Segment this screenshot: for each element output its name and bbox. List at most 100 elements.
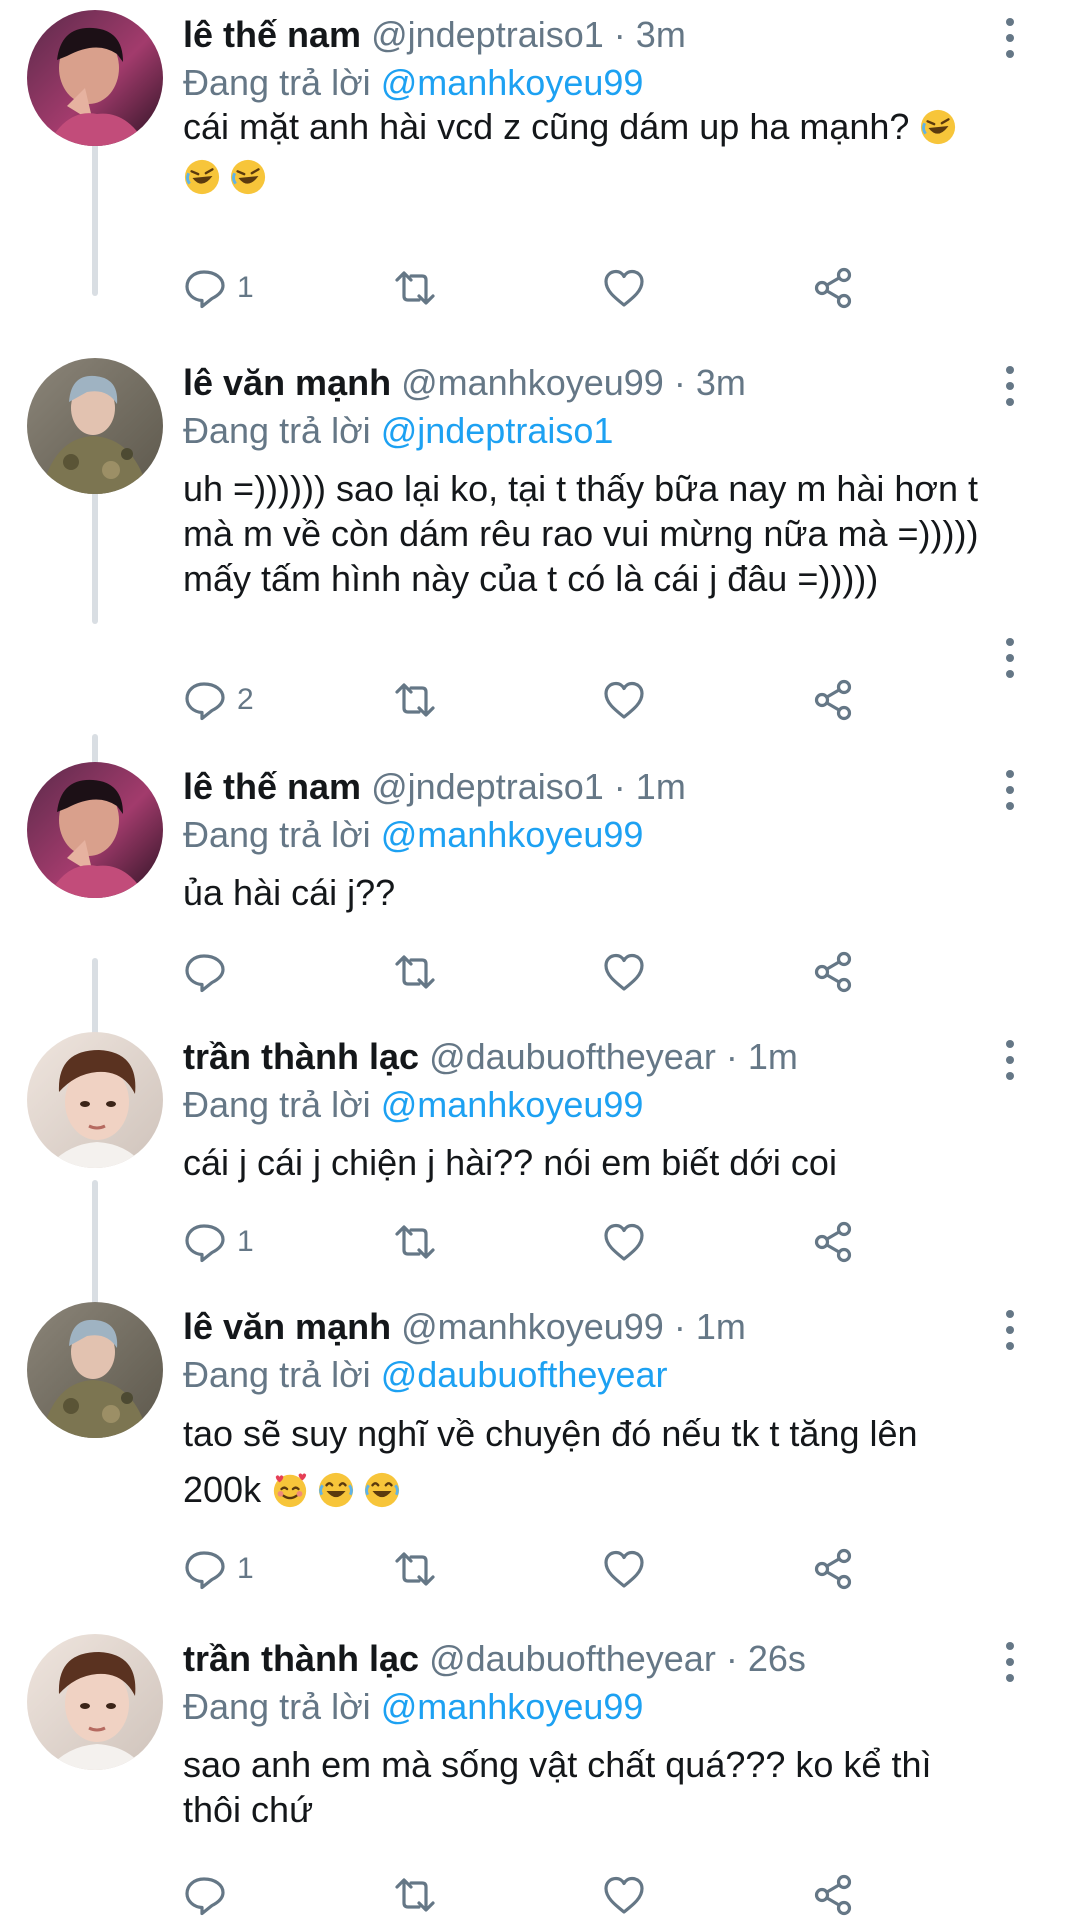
display-name[interactable]: lê thế nam [183,14,361,55]
share-button[interactable] [811,1870,855,1920]
username[interactable]: @manhkoyeu99 [401,362,664,403]
like-button[interactable] [602,1544,646,1594]
profile-photo [27,1634,163,1770]
reply-to-mention[interactable]: @manhkoyeu99 [381,814,644,855]
share-icon [811,950,855,994]
more-vertical-icon[interactable] [998,1037,1022,1083]
more-vertical-icon[interactable] [998,767,1022,813]
reply-to-mention[interactable]: @daubuoftheyear [381,1354,668,1395]
profile-photo [27,358,163,494]
timestamp[interactable]: 3m [696,362,746,403]
display-name[interactable]: lê văn mạnh [183,1306,391,1347]
tweet-actions [183,1870,883,1920]
reply-button[interactable] [183,1870,227,1920]
tweet-actions: 1 [183,1217,883,1267]
reply-to-mention[interactable]: @manhkoyeu99 [381,1084,644,1125]
more-vertical-icon[interactable] [998,363,1022,409]
avatar[interactable] [27,1634,163,1770]
username[interactable]: @daubuoftheyear [429,1638,716,1679]
thread-line [92,136,98,296]
username[interactable]: @jndeptraiso1 [371,766,604,807]
reply-icon [183,266,227,310]
profile-photo [27,1302,163,1438]
tweet-header: lê văn mạnh @manhkoyeu99 · 3m [183,358,746,408]
rolling-on-floor-laughing-emoji [183,158,221,196]
replying-prefix: Đang trả lời [183,814,371,855]
retweet-button[interactable] [393,1544,437,1594]
share-button[interactable] [811,1217,855,1267]
retweet-button[interactable] [393,1217,437,1267]
separator: · [725,1036,738,1077]
username[interactable]: @daubuoftheyear [429,1036,716,1077]
replying-to: Đang trả lời @jndeptraiso1 [183,406,613,456]
retweet-icon [393,1547,437,1591]
heart-icon [602,266,646,310]
display-name[interactable]: lê thế nam [183,766,361,807]
reply-button[interactable]: 1 [183,1544,254,1594]
smiling-face-with-hearts-emoji [271,1471,309,1509]
tweet-text: cái mặt anh hài vcd z cũng dám up ha mạn… [183,102,1023,202]
like-button[interactable] [602,263,646,313]
more-vertical-icon[interactable] [998,1307,1022,1353]
tweet-actions: 2 [183,675,883,725]
share-button[interactable] [811,947,855,997]
display-name[interactable]: trần thành lạc [183,1036,419,1077]
share-button[interactable] [811,675,855,725]
separator: · [613,766,626,807]
retweet-button[interactable] [393,675,437,725]
like-button[interactable] [602,675,646,725]
reply-count: 1 [237,1225,254,1258]
tweet-actions: 1 [183,263,883,313]
replying-to: Đang trả lời @manhkoyeu99 [183,58,643,108]
timestamp[interactable]: 1m [696,1306,746,1347]
timestamp[interactable]: 1m [748,1036,798,1077]
like-button[interactable] [602,947,646,997]
avatar[interactable] [27,10,163,146]
retweet-button[interactable] [393,947,437,997]
avatar[interactable] [27,358,163,494]
more-vertical-icon[interactable] [998,1639,1022,1685]
avatar[interactable] [27,1302,163,1438]
retweet-icon [393,950,437,994]
avatar[interactable] [27,1032,163,1168]
username[interactable]: @jndeptraiso1 [371,14,604,55]
tweet-actions: 1 [183,1544,883,1594]
display-name[interactable]: lê văn mạnh [183,362,391,403]
like-button[interactable] [602,1870,646,1920]
timestamp[interactable]: 26s [748,1638,806,1679]
share-button[interactable] [811,1544,855,1594]
tweet-header: trần thành lạc @daubuoftheyear · 1m [183,1032,798,1082]
reply-to-mention[interactable]: @manhkoyeu99 [381,62,644,103]
separator: · [673,1306,686,1347]
more-vertical-icon[interactable] [998,15,1022,61]
timestamp[interactable]: 1m [636,766,686,807]
reply-icon [183,1873,227,1917]
reply-button[interactable]: 1 [183,263,254,313]
avatar[interactable] [27,762,163,898]
reply-to-mention[interactable]: @jndeptraiso1 [381,410,614,451]
replying-prefix: Đang trả lời [183,410,371,451]
reply-button[interactable]: 2 [183,675,254,725]
share-icon [811,1547,855,1591]
more-vertical-icon[interactable] [998,635,1022,681]
reply-button[interactable] [183,947,227,997]
reply-to-mention[interactable]: @manhkoyeu99 [381,1686,644,1727]
heart-icon [602,678,646,722]
replying-prefix: Đang trả lời [183,1354,371,1395]
reply-button[interactable]: 1 [183,1217,254,1267]
tweet-text: uh =)))))) sao lại ko, tại t thấy bữa na… [183,468,989,599]
tweet-text-line: tao sẽ suy nghĩ về chuyện đó nếu tk t tă… [183,1413,918,1454]
like-button[interactable] [602,1217,646,1267]
retweet-icon [393,1220,437,1264]
username[interactable]: @manhkoyeu99 [401,1306,664,1347]
retweet-button[interactable] [393,1870,437,1920]
rolling-on-floor-laughing-emoji [229,158,267,196]
retweet-icon [393,678,437,722]
profile-photo [27,10,163,146]
share-button[interactable] [811,263,855,313]
replying-to: Đang trả lời @manhkoyeu99 [183,810,643,860]
tweet-text: cái j cái j chiện j hài?? nói em biết dớ… [183,1142,837,1183]
display-name[interactable]: trần thành lạc [183,1638,419,1679]
retweet-button[interactable] [393,263,437,313]
timestamp[interactable]: 3m [636,14,686,55]
